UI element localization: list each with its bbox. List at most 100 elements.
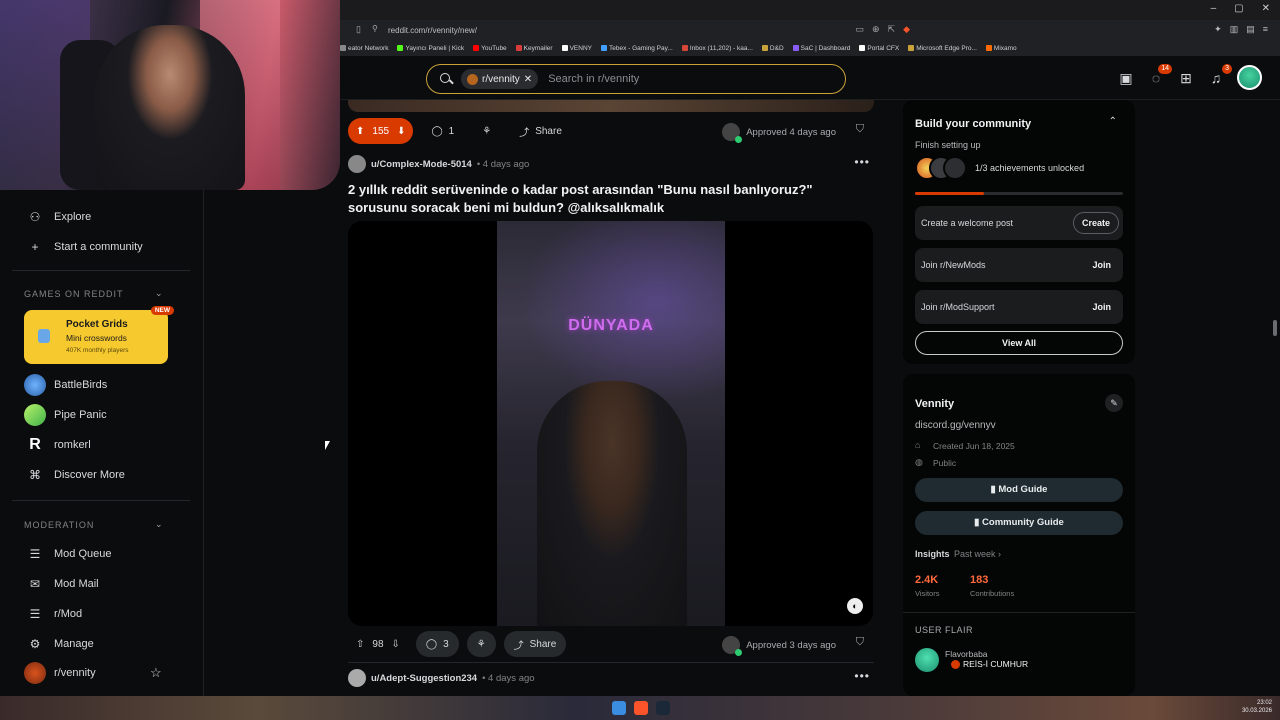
- sidebar-icon[interactable]: ▥: [1230, 24, 1239, 35]
- bookmark-item[interactable]: Portal CFX: [859, 45, 899, 52]
- menu-icon[interactable]: ≡: [1263, 24, 1268, 35]
- more-options-icon[interactable]: •••: [854, 155, 870, 169]
- view-all-button[interactable]: View All: [915, 331, 1123, 355]
- more-options-icon[interactable]: •••: [854, 669, 870, 683]
- shield-icon[interactable]: ⛉: [856, 636, 864, 649]
- chip-close-icon[interactable]: ✕: [524, 74, 532, 85]
- search-bar[interactable]: r/vennity ✕ Search in r/vennity: [426, 64, 846, 94]
- user-avatar[interactable]: [1237, 65, 1262, 90]
- address-bar[interactable]: ▯ ⚲ reddit.com/r/vennity/new/ ▭ ⊕ ⇱ ◆ ✦ …: [340, 20, 1280, 40]
- vote-control[interactable]: ⇧ 98 ⇩: [348, 631, 408, 657]
- url-text[interactable]: reddit.com/r/vennity/new/: [388, 26, 477, 35]
- close-icon[interactable]: ✕: [1262, 3, 1270, 14]
- wallet-icon[interactable]: ▤: [1246, 24, 1255, 35]
- chat-icon[interactable]: ◌ 14: [1147, 63, 1172, 87]
- downvote-icon[interactable]: ⇩: [392, 639, 400, 650]
- bookmark-item[interactable]: SaC | Dashboard: [792, 45, 850, 52]
- bookmark-item[interactable]: eator Network: [340, 45, 388, 52]
- nav-r-mod[interactable]: ☰ r/Mod: [28, 607, 83, 621]
- nav-start-community[interactable]: + Start a community: [28, 240, 142, 254]
- award-button[interactable]: ⚘: [466, 631, 496, 657]
- bookmark-item[interactable]: VENNY: [561, 45, 592, 52]
- bookmark-item[interactable]: Inbox (11,202) - kaa...: [681, 45, 753, 52]
- vote-control[interactable]: ⬆ 155 ⬇: [348, 118, 414, 144]
- star-icon[interactable]: ☆: [150, 665, 162, 681]
- mod-guide-label: Mod Guide: [998, 484, 1048, 495]
- join-button[interactable]: Join: [1084, 296, 1119, 318]
- award-icon: ⚘: [482, 125, 492, 137]
- nav-mod-mail[interactable]: ✉ Mod Mail: [28, 577, 99, 591]
- notifications-icon[interactable]: ♫ 3: [1207, 63, 1232, 87]
- bookmark-item[interactable]: Microsoft Edge Pro...: [908, 45, 977, 52]
- zoom-icon[interactable]: ⊕: [872, 24, 880, 35]
- nav-explore[interactable]: ⚇ Explore: [28, 210, 92, 224]
- advertise-icon[interactable]: ▣: [1117, 69, 1135, 87]
- shield-icon[interactable]: ⛉: [856, 123, 864, 136]
- community-guide-button[interactable]: ▮ Community Guide: [915, 511, 1123, 535]
- reader-icon[interactable]: ▭: [855, 24, 864, 35]
- upvote-icon[interactable]: ⬆: [356, 126, 364, 137]
- games-heading: GAMES ON REDDIT: [24, 289, 124, 299]
- award-button[interactable]: ⚘: [472, 118, 501, 144]
- post-title[interactable]: 2 yıllık reddit serüveninde o kadar post…: [348, 181, 868, 217]
- nav-discover-more[interactable]: ⌘ Discover More: [28, 468, 125, 482]
- clock[interactable]: 23:02 30.03.2026: [1242, 699, 1272, 715]
- sidebar-item-battlebirds[interactable]: BattleBirds: [24, 374, 107, 396]
- user-avatar[interactable]: [348, 155, 366, 173]
- site-info-icon[interactable]: ⚲: [372, 24, 378, 33]
- minimize-icon[interactable]: –: [1211, 3, 1217, 14]
- chevron-down-icon[interactable]: ⌄: [155, 519, 163, 530]
- nav-manage[interactable]: ⚙ Manage: [28, 637, 94, 651]
- search-input[interactable]: Search in r/vennity: [548, 73, 639, 85]
- insights-period[interactable]: Past week ›: [954, 549, 1001, 559]
- visitors-label: Visitors: [915, 589, 940, 598]
- create-button[interactable]: Create: [1072, 212, 1119, 234]
- post-author[interactable]: u/Adept-Suggestion234: [371, 673, 477, 684]
- comments-button[interactable]: ◯ 3: [415, 631, 459, 657]
- flair-tag[interactable]: REİS-İ CUMHUR: [951, 659, 1028, 669]
- share-button[interactable]: ⤴ Share: [503, 631, 567, 657]
- steam-icon[interactable]: [656, 701, 670, 715]
- brave-icon[interactable]: [634, 701, 648, 715]
- share-button[interactable]: ⤴ Share: [509, 118, 572, 144]
- featured-game-card[interactable]: Pocket Grids Mini crosswords 407K monthl…: [24, 306, 174, 364]
- downvote-icon[interactable]: ⬇: [397, 126, 405, 137]
- maximize-icon[interactable]: ▢: [1234, 3, 1243, 14]
- mod-guide-button[interactable]: ▮ Mod Guide: [915, 478, 1123, 502]
- comment-icon: ◯: [425, 638, 438, 650]
- upvote-icon[interactable]: ⇧: [356, 639, 364, 650]
- chevron-up-icon[interactable]: ⌃: [1109, 116, 1117, 127]
- chevron-down-icon[interactable]: ⌄: [155, 288, 163, 299]
- nav-community[interactable]: r/vennity: [24, 662, 96, 684]
- user-avatar[interactable]: [348, 669, 366, 687]
- bookmark-item[interactable]: Yayıncı Paneli | Kick: [397, 45, 464, 52]
- nav-mod-queue[interactable]: ☰ Mod Queue: [28, 547, 112, 561]
- sidebar-item-romkerl[interactable]: R romkerl: [24, 434, 91, 456]
- previous-post-image[interactable]: [348, 100, 874, 112]
- header-actions: ▣ ◌ 14 ⊞ ♫ 3: [1117, 63, 1262, 90]
- create-post-icon[interactable]: ⊞: [1177, 69, 1195, 87]
- bookmark-icon[interactable]: ▯: [356, 24, 361, 35]
- windows-icon[interactable]: [612, 701, 626, 715]
- bookmark-item[interactable]: D&D: [761, 45, 784, 52]
- bookmark-item[interactable]: Mixamo: [985, 45, 1017, 52]
- about-community-card: Vennity ✎ discord.gg/vennyv ⌂ Created Ju…: [903, 374, 1135, 696]
- post-author[interactable]: u/Complex-Mode-5014: [371, 159, 472, 170]
- extension-icon[interactable]: ✦: [1214, 24, 1222, 35]
- comments-button[interactable]: ◯ 1: [421, 118, 464, 144]
- volume-icon[interactable]: ◐: [847, 598, 863, 614]
- edit-icon[interactable]: ✎: [1105, 394, 1123, 412]
- scrollbar-thumb[interactable]: [1273, 320, 1277, 336]
- community-chip[interactable]: r/vennity ✕: [461, 69, 539, 89]
- bookmark-item[interactable]: Keymailer: [515, 45, 553, 52]
- vote-count: 155: [372, 125, 390, 137]
- book-icon: ▮: [974, 517, 983, 528]
- bookmark-item[interactable]: Tebex - Gaming Pay...: [600, 45, 673, 52]
- join-button[interactable]: Join: [1084, 254, 1119, 276]
- community-description[interactable]: discord.gg/vennyv: [915, 420, 996, 431]
- share-icon[interactable]: ⇱: [888, 24, 896, 35]
- brave-shield-icon[interactable]: ◆: [903, 24, 910, 35]
- sidebar-item-pipe-panic[interactable]: Pipe Panic: [24, 404, 107, 426]
- video-player[interactable]: DÜNYADA ◐: [348, 221, 873, 626]
- bookmark-item[interactable]: YouTube: [473, 45, 507, 52]
